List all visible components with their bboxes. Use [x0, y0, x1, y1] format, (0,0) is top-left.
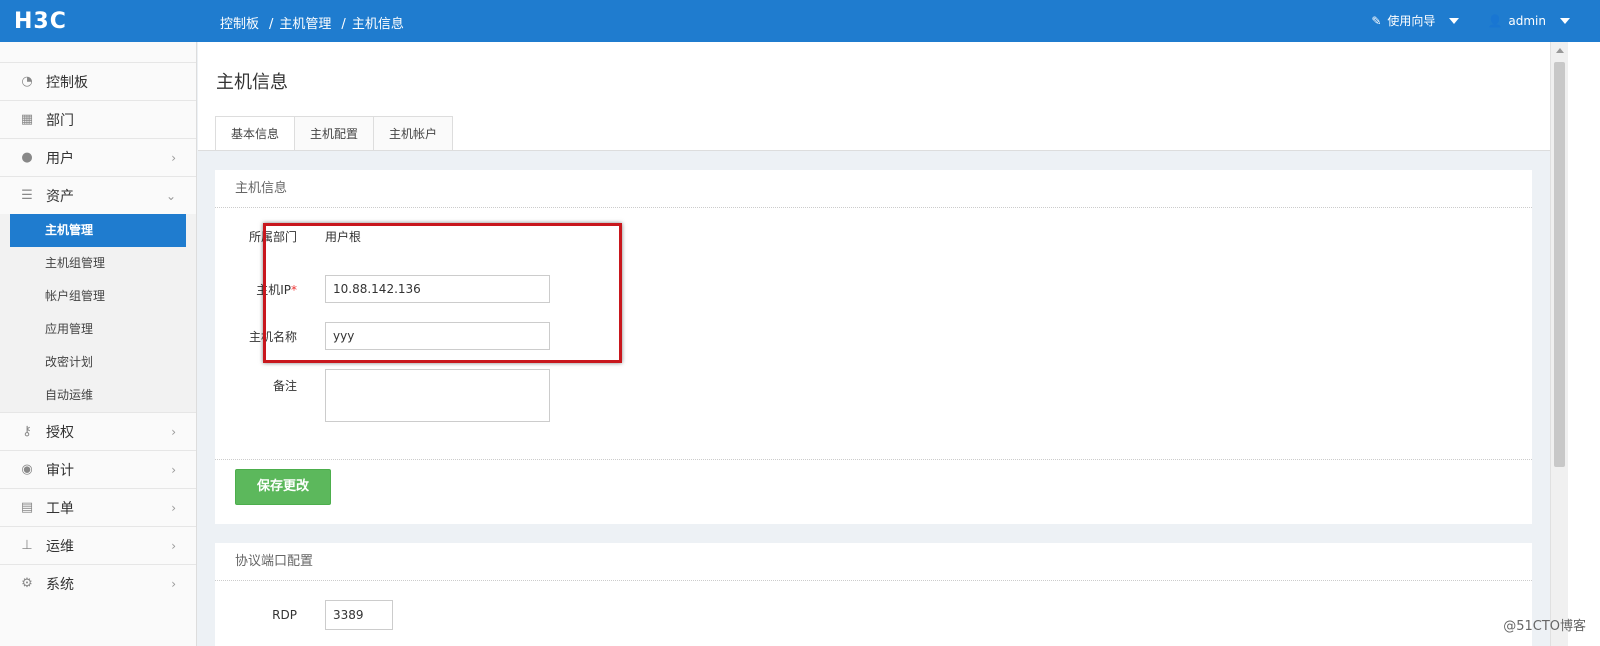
user-menu[interactable]: 👤 admin: [1487, 12, 1570, 29]
chevron-down-icon: [1449, 17, 1460, 24]
sidebar-item-audit[interactable]: ◉ 审计 ›: [0, 450, 196, 488]
magic-wand-icon: ✎: [1371, 13, 1382, 28]
watermark: @51CTO博客: [1503, 619, 1586, 634]
scroll-up-arrow-icon[interactable]: [1556, 48, 1564, 53]
breadcrumb: 控制板 / 主机管理 / 主机信息: [220, 13, 408, 32]
sidebar-item-label: 工单: [46, 500, 74, 517]
rdp-label: RDP: [272, 608, 297, 622]
remark-textarea[interactable]: [325, 369, 550, 422]
breadcrumb-host-info: 主机信息: [351, 17, 404, 32]
page-title: 主机信息: [216, 72, 288, 93]
sidebar-item-label: 控制板: [46, 74, 88, 91]
sidebar-item-dashboard[interactable]: ◔ 控制板: [0, 62, 196, 100]
sidebar-item-label: 系统: [46, 576, 74, 593]
chevron-right-icon: ›: [171, 150, 176, 165]
sidebar-item-users[interactable]: ● 用户 ›: [0, 138, 196, 176]
sidebar: ◔ 控制板 ▦ 部门 ● 用户 › ☰ 资产 ⌄ 主机管理 主机组管理 帐户组管…: [0, 42, 197, 646]
sidebar-item-label: 审计: [46, 462, 74, 479]
scrollbar[interactable]: [1550, 42, 1568, 646]
sidebar-item-authorization[interactable]: ⚷ 授权 ›: [0, 412, 196, 450]
sidebar-item-label: 部门: [46, 112, 74, 129]
tab-host-config[interactable]: 主机配置: [294, 116, 375, 150]
top-right-menu: ✎ 使用向导 👤 admin: [1371, 12, 1570, 29]
breadcrumb-separator: /: [341, 17, 346, 32]
sidebar-item-label: 运维: [46, 538, 74, 555]
user-icon: 👤: [1487, 13, 1503, 28]
sidebar-subitem-password-plan[interactable]: 改密计划: [0, 346, 196, 379]
sidebar-subitem-host-group-management[interactable]: 主机组管理: [0, 247, 196, 280]
rdp-row: RDP: [215, 600, 393, 630]
sidebar-item-system[interactable]: ⚙ 系统 ›: [0, 564, 196, 602]
tab-basic-info[interactable]: 基本信息: [215, 116, 296, 150]
protocol-port-card: 协议端口配置 RDP: [215, 543, 1532, 646]
file-icon: ▤: [20, 500, 34, 515]
chevron-right-icon: ›: [171, 538, 176, 553]
sidebar-subitem-app-management[interactable]: 应用管理: [0, 313, 196, 346]
remark-label: 备注: [272, 379, 297, 393]
sidebar-item-tickets[interactable]: ▤ 工单 ›: [0, 488, 196, 526]
chevron-right-icon: ›: [171, 500, 176, 515]
chevron-right-icon: ›: [171, 424, 176, 439]
breadcrumb-dashboard[interactable]: 控制板: [220, 17, 259, 32]
sidebar-item-label: 资产: [46, 188, 74, 205]
user-label: admin: [1508, 13, 1546, 28]
sidebar-subitem-account-group-management[interactable]: 帐户组管理: [0, 280, 196, 313]
chevron-down-icon: ⌄: [165, 188, 176, 203]
card-heading: 协议端口配置: [215, 543, 1532, 581]
chevron-right-icon: ›: [171, 462, 176, 477]
sidebar-submenu-assets: 主机管理 主机组管理 帐户组管理 应用管理 改密计划 自动运维: [0, 214, 196, 412]
breadcrumb-separator: /: [269, 17, 274, 32]
key-icon: ⚷: [22, 424, 32, 439]
grid-icon: ▦: [20, 112, 34, 127]
divider: [215, 459, 1532, 460]
highlight-annotation-box: [263, 223, 622, 363]
chevron-right-icon: ›: [171, 576, 176, 591]
sidebar-item-operations[interactable]: ⊥ 运维 ›: [0, 526, 196, 564]
save-changes-button[interactable]: 保存更改: [235, 469, 331, 505]
sidebar-subitem-auto-ops[interactable]: 自动运维: [0, 379, 196, 412]
sidebar-item-assets[interactable]: ☰ 资产 ⌄: [0, 176, 196, 214]
sidebar-item-label: 用户: [46, 150, 74, 167]
chevron-down-icon: [1560, 17, 1570, 24]
dashboard-icon: ◔: [21, 74, 33, 89]
tab-bar: 基本信息 主机配置 主机帐户: [215, 116, 454, 150]
server-icon: ☰: [21, 188, 33, 203]
eye-icon: ◉: [21, 462, 33, 477]
h3c-logo[interactable]: H3C: [14, 9, 67, 34]
page-edge: [1568, 42, 1600, 646]
gear-icon: ⚙: [21, 576, 33, 591]
user-icon: ●: [21, 150, 33, 165]
guide-menu[interactable]: ✎ 使用向导: [1371, 12, 1460, 29]
top-navbar: H3C 控制板 / 主机管理 / 主机信息 ✎ 使用向导 👤 admin: [0, 0, 1600, 42]
sitemap-icon: ⊥: [21, 538, 33, 553]
rdp-port-input[interactable]: [325, 600, 393, 630]
sidebar-subitem-host-management[interactable]: 主机管理: [10, 214, 186, 247]
sidebar-item-label: 授权: [46, 424, 74, 441]
remark-row: 备注: [215, 369, 550, 422]
scroll-thumb[interactable]: [1554, 62, 1565, 467]
breadcrumb-host-management[interactable]: 主机管理: [279, 17, 331, 32]
sidebar-item-department[interactable]: ▦ 部门: [0, 100, 196, 138]
guide-label: 使用向导: [1387, 14, 1436, 28]
card-heading: 主机信息: [215, 170, 1532, 208]
tab-host-accounts[interactable]: 主机帐户: [373, 116, 454, 150]
